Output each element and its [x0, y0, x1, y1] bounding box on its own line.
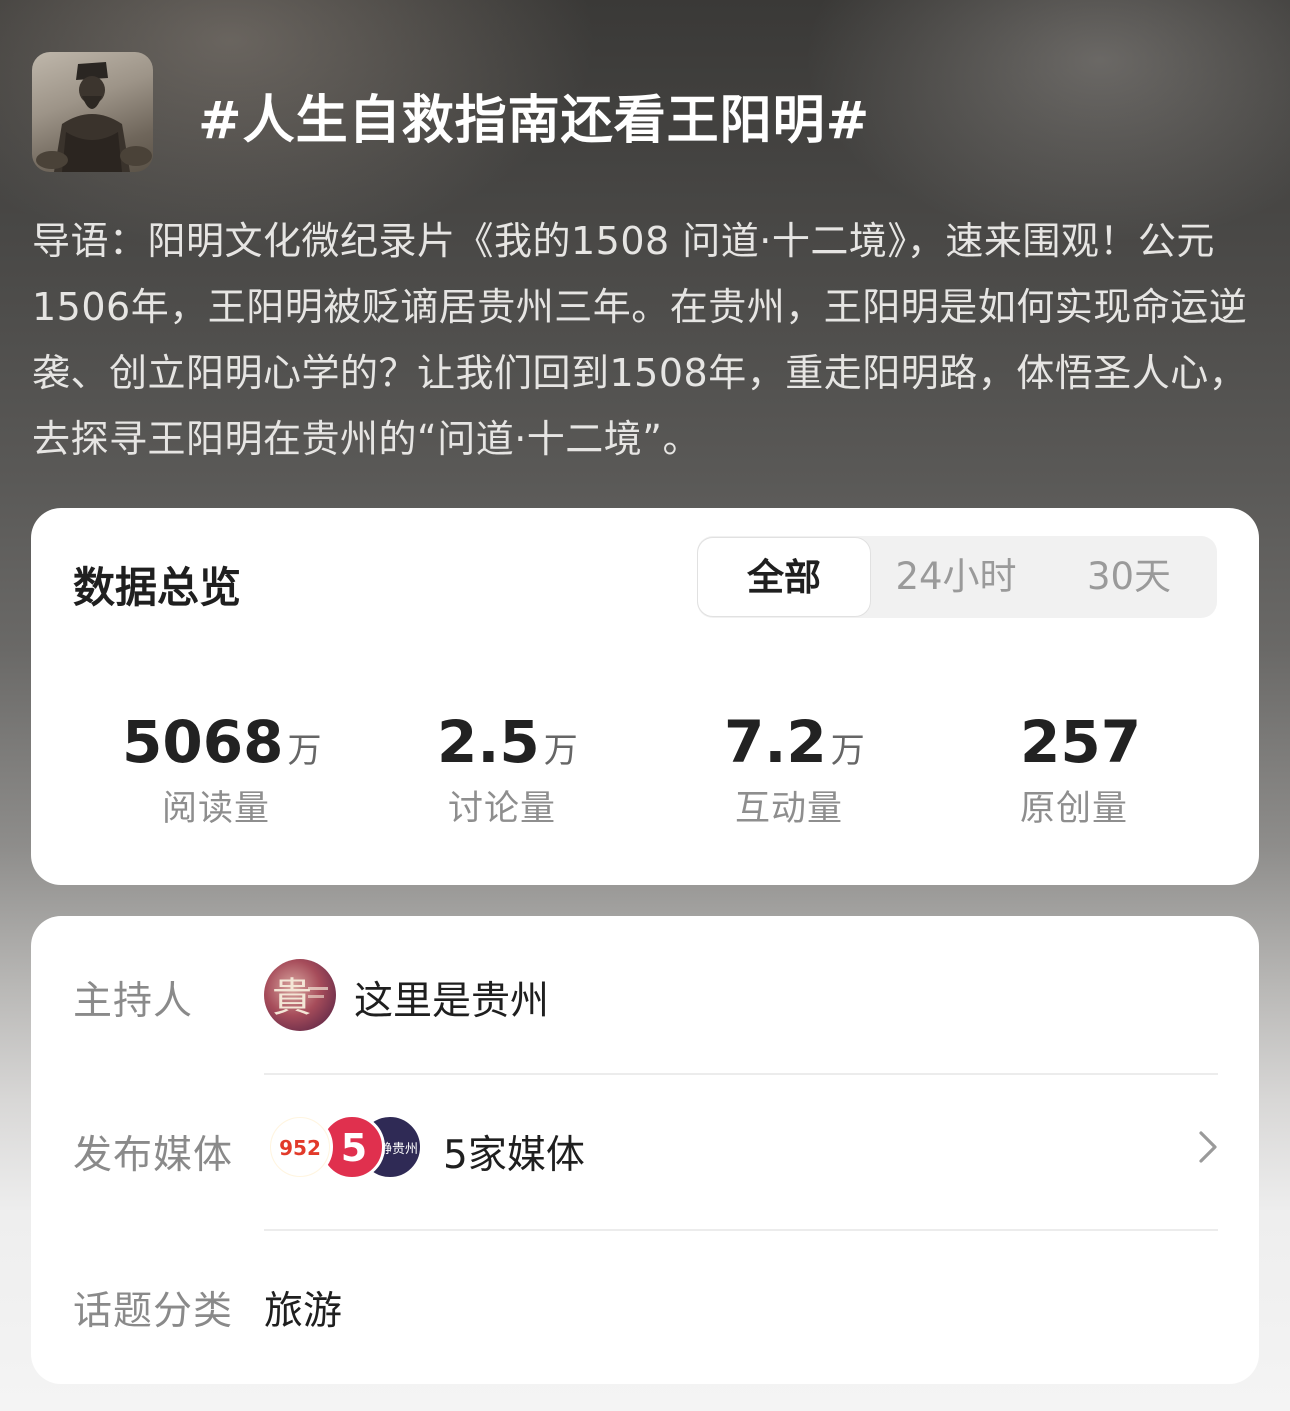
stat-originals: 257 原创量	[1020, 708, 1280, 831]
stat-label: 原创量	[1020, 789, 1129, 829]
topic-intro: 导语：阳明文化微纪录片《我的1508 问道·十二境》，速来围观！公元1506年，…	[32, 219, 1248, 461]
tab-all[interactable]: 全部	[697, 537, 871, 617]
stat-reads: 5068 万 阅读量	[122, 708, 382, 831]
host-avatar[interactable]: 貴	[264, 959, 336, 1031]
host-avatar-art: 貴	[272, 975, 328, 1021]
chevron-right-icon-art	[1199, 1131, 1217, 1163]
topic-header: #人生自救指南还看王阳明#	[32, 52, 1262, 172]
media-count[interactable]: 5家媒体	[443, 1124, 585, 1180]
stat-value: 257	[1020, 708, 1142, 776]
topic-title: #人生自救指南还看王阳明#	[198, 91, 871, 151]
topic-avatar[interactable]	[32, 52, 153, 172]
host-label: 主持人	[73, 979, 194, 1024]
divider	[264, 1229, 1218, 1231]
stat-unit: 万	[543, 731, 578, 771]
stat-value: 7.2 万	[724, 708, 865, 776]
media-logo-952-text: 952	[279, 1136, 321, 1160]
media-logo-5-text: 5	[341, 1126, 367, 1170]
stat-label: 讨论量	[448, 789, 557, 829]
tab-30d[interactable]: 30天	[1041, 536, 1217, 618]
stat-interactions: 7.2 万 互动量	[724, 708, 984, 831]
host-name[interactable]: 这里是贵州	[354, 970, 549, 1026]
statue-image	[36, 62, 152, 172]
stat-label: 阅读量	[162, 789, 271, 829]
category-label: 话题分类	[73, 1289, 234, 1334]
media-logo-952[interactable]: 952	[267, 1114, 333, 1180]
chevron-right-icon[interactable]	[1197, 1130, 1219, 1168]
host-avatar-char: 貴	[272, 975, 312, 1021]
data-overview-card: 数据总览 全部 24小时 30天 5068 万 阅读量 2.5 万 讨论量 7.2 万…	[31, 508, 1259, 885]
media-label: 发布媒体	[73, 1133, 234, 1178]
media-logo-952-art: 952	[271, 1118, 329, 1176]
stat-value: 5068 万	[122, 708, 322, 776]
divider	[264, 1073, 1218, 1075]
overview-title: 数据总览	[73, 563, 242, 612]
category-value[interactable]: 旅游	[264, 1280, 342, 1336]
time-range-selector: 全部 24小时 30天	[697, 536, 1217, 618]
stat-label: 互动量	[735, 789, 844, 829]
topic-info-card: 主持人 貴 这里是贵州 发布媒体 952 5 动静贵州 5家媒体 话题分类 旅游	[31, 916, 1259, 1384]
stat-unit: 万	[287, 731, 322, 771]
stat-discussions: 2.5 万 讨论量	[437, 708, 697, 831]
tab-24h[interactable]: 24小时	[871, 536, 1041, 618]
stat-unit: 万	[830, 731, 865, 771]
stat-value: 2.5 万	[437, 708, 578, 776]
